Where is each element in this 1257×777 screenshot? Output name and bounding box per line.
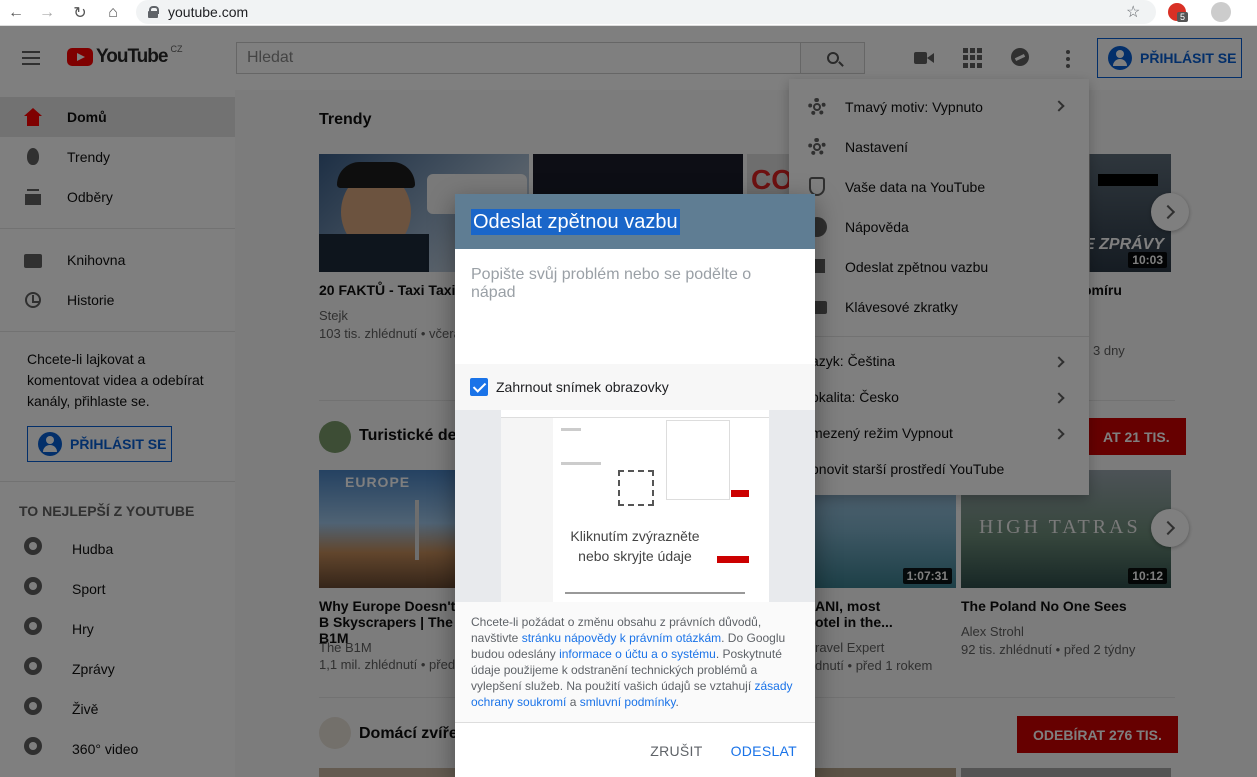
legal-notice: Chcete-li požádat o změnu obsahu z právn… — [455, 602, 815, 722]
feedback-dialog-title: Odeslat zpětnou vazbu — [471, 208, 680, 235]
terms-link[interactable]: smluvní podmínky — [580, 695, 676, 709]
profile-icon[interactable] — [1211, 2, 1231, 22]
address-bar[interactable]: youtube.com — [136, 0, 1156, 24]
screenshot-thumbnail — [501, 410, 769, 602]
include-screenshot-checkbox[interactable]: Zahrnout snímek obrazovky — [455, 364, 815, 410]
dialog-actions: ZRUŠIT ODESLAT — [455, 723, 815, 777]
send-button[interactable]: ODESLAT — [731, 743, 797, 759]
checkbox-checked-icon — [470, 378, 488, 396]
extension-badge: 5 — [1177, 12, 1189, 22]
account-info-link[interactable]: informace o účtu a o systému — [559, 647, 716, 661]
forward-icon[interactable]: → — [34, 0, 60, 26]
highlight-region — [618, 470, 654, 506]
feedback-description-input[interactable]: Popište svůj problém nebo se podělte o n… — [455, 249, 815, 364]
lock-icon — [148, 6, 159, 18]
screenshot-preview[interactable]: Kliknutím zvýrazněte nebo skryjte údaje — [455, 410, 815, 602]
reload-icon[interactable]: ↻ — [67, 0, 93, 26]
feedback-dialog: Odeslat zpětnou vazbu Popište svůj probl… — [455, 194, 815, 777]
back-icon[interactable]: ← — [3, 0, 29, 26]
screenshot-hint: Kliknutím zvýrazněte nebo skryjte údaje — [570, 528, 700, 564]
cancel-button[interactable]: ZRUŠIT — [650, 743, 702, 759]
feedback-dialog-header: Odeslat zpětnou vazbu — [455, 194, 815, 249]
address-text: youtube.com — [168, 4, 249, 20]
home-icon[interactable]: ⌂ — [100, 0, 126, 26]
bookmark-star-icon[interactable]: ☆ — [1126, 2, 1140, 22]
legal-help-link[interactable]: stránku nápovědy k právním otázkám — [522, 631, 721, 645]
browser-toolbar: ← → ↻ ⌂ youtube.com ☆ 5 — [0, 0, 1257, 26]
